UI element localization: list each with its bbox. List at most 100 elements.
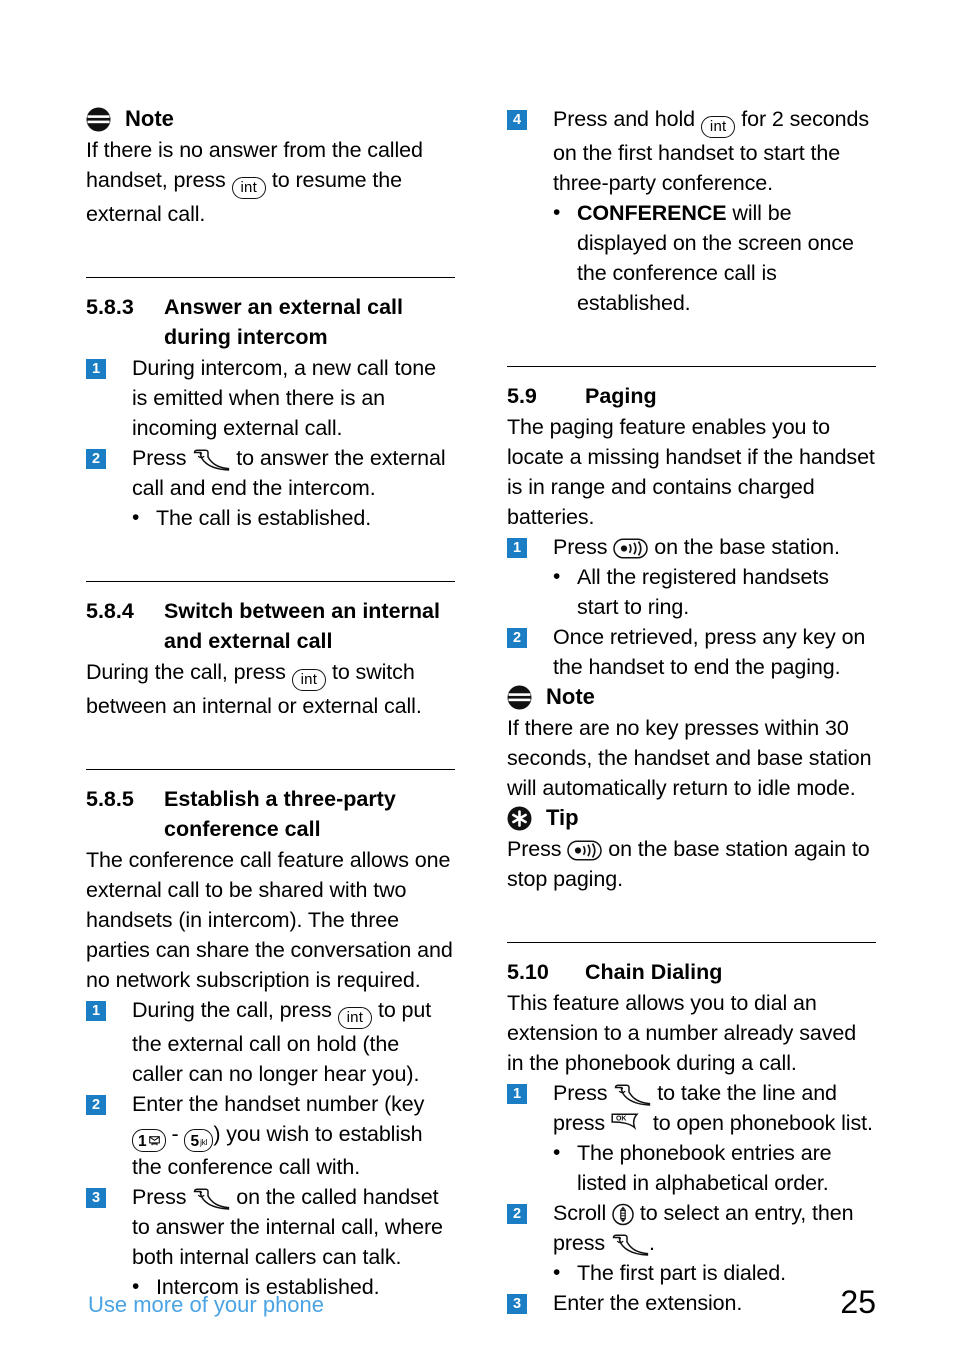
- svg-text:OK: OK: [616, 1116, 626, 1123]
- step-badge: 1: [507, 538, 527, 558]
- section-divider: [507, 942, 876, 943]
- step-text-a: Press and hold: [553, 107, 701, 131]
- heading-number: 5.10: [507, 960, 549, 984]
- step-item: 1 During the call, press int to put the …: [86, 995, 455, 1089]
- step-badge: 1: [86, 1001, 106, 1021]
- step-badge: 2: [86, 449, 106, 469]
- step-item: 2 Scroll to select an entry, then press …: [507, 1198, 876, 1258]
- section-584-paragraph: During the call, press int to switch bet…: [86, 657, 455, 721]
- note-text: If there is no answer from the called ha…: [86, 135, 455, 229]
- bullet-dot: •: [132, 506, 140, 529]
- key-five-sublabel: jkl: [200, 1138, 208, 1147]
- step-text-b: to open phonebook list.: [646, 1111, 873, 1135]
- bullet-text: All the registered handsets start to rin…: [577, 565, 829, 619]
- step-text: Press on the base station.: [553, 532, 876, 562]
- key-one-label: 1: [138, 1133, 147, 1150]
- step-text-mid: -: [165, 1122, 185, 1146]
- step-text: During the call, press int to put the ex…: [132, 995, 455, 1089]
- bullet-dot: •: [553, 201, 561, 224]
- talk-key-icon: [613, 1084, 651, 1106]
- heading-number: 5.8.4: [86, 599, 134, 623]
- note-label: Note: [546, 684, 595, 709]
- paging-key-icon: [613, 538, 649, 559]
- step-badge: 2: [507, 1204, 527, 1224]
- step-text: Press and hold int for 2 seconds on the …: [553, 104, 876, 198]
- left-column: Note If there is no answer from the call…: [86, 104, 455, 1318]
- para-text-a: During the call, press: [86, 660, 292, 684]
- step-item: 2 Once retrieved, press any key on the h…: [507, 622, 876, 682]
- section-divider: [86, 277, 455, 278]
- note-icon: [86, 107, 111, 132]
- tip-header: Tip: [507, 803, 876, 833]
- key-five-icon: 5jkl: [184, 1129, 214, 1152]
- section-59-intro: The paging feature enables you to locate…: [507, 415, 875, 529]
- tip-text-a: Press: [507, 837, 568, 861]
- step-item: 4 Press and hold int for 2 seconds on th…: [507, 104, 876, 198]
- step-text-a: Press: [132, 446, 193, 470]
- right-column: 4 Press and hold int for 2 seconds on th…: [507, 104, 876, 1318]
- step-badge: 4: [507, 110, 527, 130]
- step-item: 1 Press to take the line and press OK to…: [507, 1078, 876, 1138]
- talk-key-icon: [192, 1188, 230, 1210]
- heading-title: Chain Dialing: [585, 960, 723, 984]
- heading-5-8-4: 5.8.4 Switch between an internal and ext…: [86, 596, 455, 656]
- bullet-item: • CONFERENCE will be displayed on the sc…: [553, 198, 876, 318]
- note-header: Note: [507, 682, 876, 712]
- bullet-text: The first part is dialed.: [577, 1261, 787, 1285]
- note-icon: [507, 685, 532, 710]
- step-text: Once retrieved, press any key on the han…: [553, 625, 866, 679]
- int-key-icon: int: [337, 1007, 373, 1029]
- int-key-icon: int: [231, 177, 266, 199]
- step-badge: 3: [86, 1188, 106, 1208]
- bullet-text: The call is established.: [156, 506, 372, 530]
- paging-key-icon: [567, 840, 603, 861]
- step-text: Scroll to select an entry, then press .: [553, 1198, 876, 1258]
- tip-text: Press on the base station again to stop …: [507, 834, 876, 894]
- key-five-label: 5: [190, 1133, 200, 1150]
- step-item: 1 During intercom, a new call tone is em…: [86, 353, 455, 443]
- step-text-b: .: [648, 1231, 655, 1255]
- scroll-updown-key-icon: [612, 1203, 634, 1226]
- tip-icon: [507, 806, 532, 831]
- note-callout-paging: Note If there are no key presses within …: [507, 682, 876, 803]
- bullet-item: • The phonebook entries are listed in al…: [553, 1138, 876, 1198]
- step-badge: 1: [507, 1084, 527, 1104]
- step-badge: 1: [86, 359, 106, 379]
- step-item: 2 Enter the handset number (key 1 - 5jkl…: [86, 1089, 455, 1182]
- heading-5-9: 5.9 Paging: [507, 381, 876, 411]
- tip-callout: Tip Press on the base station again to s…: [507, 803, 876, 894]
- section-510-intro: This feature allows you to dial an exten…: [507, 991, 857, 1075]
- step-item: 2 Press to answer the external call and …: [86, 443, 455, 503]
- bullet-text: The phonebook entries are listed in alph…: [577, 1141, 832, 1195]
- footer-chapter-label: Use more of your phone: [88, 1292, 325, 1317]
- int-key-icon: int: [291, 669, 327, 691]
- step-text-a: Enter the handset number (key: [132, 1092, 425, 1116]
- step-item: 3 Press on the called handset to answer …: [86, 1182, 455, 1272]
- bullet-item: • All the registered handsets start to r…: [553, 562, 876, 622]
- conference-label: CONFERENCE: [577, 201, 727, 225]
- heading-title: Paging: [585, 384, 657, 408]
- step-text-a: Press: [553, 1081, 614, 1105]
- heading-title: Answer an external call during intercom: [164, 295, 403, 349]
- step-text: Press on the called handset to answer th…: [132, 1182, 455, 1272]
- heading-number: 5.8.3: [86, 295, 134, 319]
- heading-5-8-5: 5.8.5 Establish a three-party conference…: [86, 784, 455, 844]
- note-text: If there are no key presses within 30 se…: [507, 716, 872, 800]
- bullet-dot: •: [553, 1261, 561, 1284]
- heading-5-8-3: 5.8.3 Answer an external call during int…: [86, 292, 455, 352]
- bullet-dot: •: [553, 565, 561, 588]
- step-badge: 2: [507, 628, 527, 648]
- step-text: Press to take the line and press OK to o…: [553, 1078, 876, 1138]
- note-header: Note: [86, 104, 455, 134]
- step-text-a: Press: [132, 1185, 193, 1209]
- talk-key-icon: [192, 449, 230, 471]
- step-text-a: Press: [553, 535, 614, 559]
- section-585-intro: The conference call feature allows one e…: [86, 848, 453, 992]
- section-divider: [86, 769, 455, 770]
- section-divider: [507, 366, 876, 367]
- bullet-text: CONFERENCE will be displayed on the scre…: [577, 198, 876, 318]
- step-text-a: Scroll: [553, 1201, 613, 1225]
